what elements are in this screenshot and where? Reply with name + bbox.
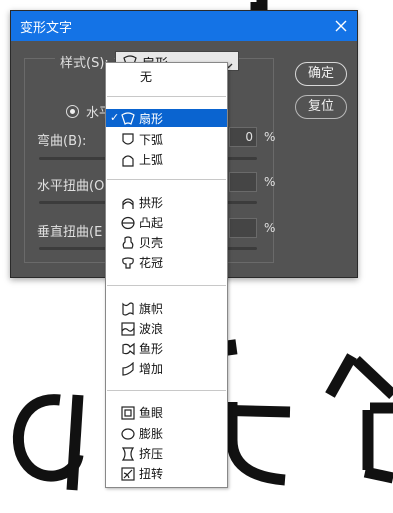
menu-item-label: 上弧 [139,153,164,167]
arch-icon [121,195,135,214]
reset-button[interactable]: 复位 [295,95,347,119]
menu-separator [107,390,226,391]
close-icon[interactable] [329,14,353,38]
menu-item-bulge[interactable]: 凸起 [106,213,227,231]
wave-icon [121,321,135,340]
menu-item-fish[interactable]: 鱼形 [106,339,227,357]
menu-separator [107,96,226,97]
menu-item-inflate[interactable]: 膨胀 [106,424,227,442]
horizontal-distortion-input[interactable] [229,172,257,192]
menu-item-label: 波浪 [139,322,164,336]
rise-icon [121,361,135,380]
bend-percent: % [264,130,276,144]
menu-item-label: 拱形 [139,196,164,210]
menu-item-arc-lower[interactable]: 下弧 [106,130,227,148]
menu-item-label: 鱼形 [139,342,164,356]
twist-icon [121,466,135,485]
menu-separator [107,285,226,286]
menu-item-wave[interactable]: 波浪 [106,319,227,337]
menu-item-twist[interactable]: 扭转 [106,464,227,482]
menu-item-squeeze[interactable]: 挤压 [106,444,227,462]
flower-icon [121,255,135,274]
menu-item-label: 下弧 [139,133,164,147]
menu-item-arc-upper[interactable]: 上弧 [106,150,227,168]
vertical-distortion-input[interactable] [229,218,257,238]
menu-item-label: 贝壳 [139,236,164,250]
menu-item-label: 旗帜 [139,302,164,316]
menu-item-label: 挤压 [139,447,164,461]
vertical-distortion-label: 垂直扭曲(E [37,225,103,240]
check-icon: ✓ [110,111,120,124]
menu-item-shell[interactable]: 贝壳 [106,233,227,251]
dialog-titlebar[interactable]: 变形文字 [11,11,357,41]
style-dropdown-menu: 无 ✓ 扇形 下弧 上弧 拱形 凸起 贝壳 花冠 旗帜 波浪 鱼形 增加 鱼眼 … [105,62,228,488]
inflate-icon [121,426,135,445]
menu-item-arc[interactable]: ✓ 扇形 [106,109,227,127]
horizontal-radio[interactable] [66,105,79,118]
arc-lower-icon [121,132,135,151]
squeeze-icon [121,446,135,465]
menu-item-flower[interactable]: 花冠 [106,253,227,271]
horizontal-distortion-percent: % [264,175,276,189]
bend-input[interactable]: 0 [229,127,257,147]
menu-item-label: 无 [140,70,153,84]
dialog-title: 变形文字 [20,21,73,36]
fish-icon [121,341,135,360]
bend-label: 弯曲(B): [37,134,87,149]
arc-upper-icon [121,152,135,171]
menu-item-label: 扭转 [139,467,164,481]
menu-item-flag[interactable]: 旗帜 [106,299,227,317]
menu-separator [107,179,226,180]
horizontal-distortion-label: 水平扭曲(O [37,179,105,194]
menu-item-rise[interactable]: 增加 [106,359,227,377]
menu-item-label: 增加 [139,362,164,376]
menu-item-label: 花冠 [139,256,164,270]
menu-item-label: 扇形 [139,112,164,126]
vertical-distortion-percent: % [264,221,276,235]
menu-item-arch[interactable]: 拱形 [106,193,227,211]
menu-item-fisheye[interactable]: 鱼眼 [106,403,227,421]
bulge-icon [121,215,135,234]
menu-item-label: 凸起 [139,216,164,230]
arc-icon [121,111,135,130]
menu-item-label: 鱼眼 [139,406,164,420]
flag-icon [121,301,135,320]
menu-item-none[interactable]: 无 [106,67,227,85]
menu-item-label: 膨胀 [139,427,164,441]
shell-icon [121,235,135,254]
ok-button[interactable]: 确定 [295,62,347,86]
fisheye-icon [121,405,135,424]
